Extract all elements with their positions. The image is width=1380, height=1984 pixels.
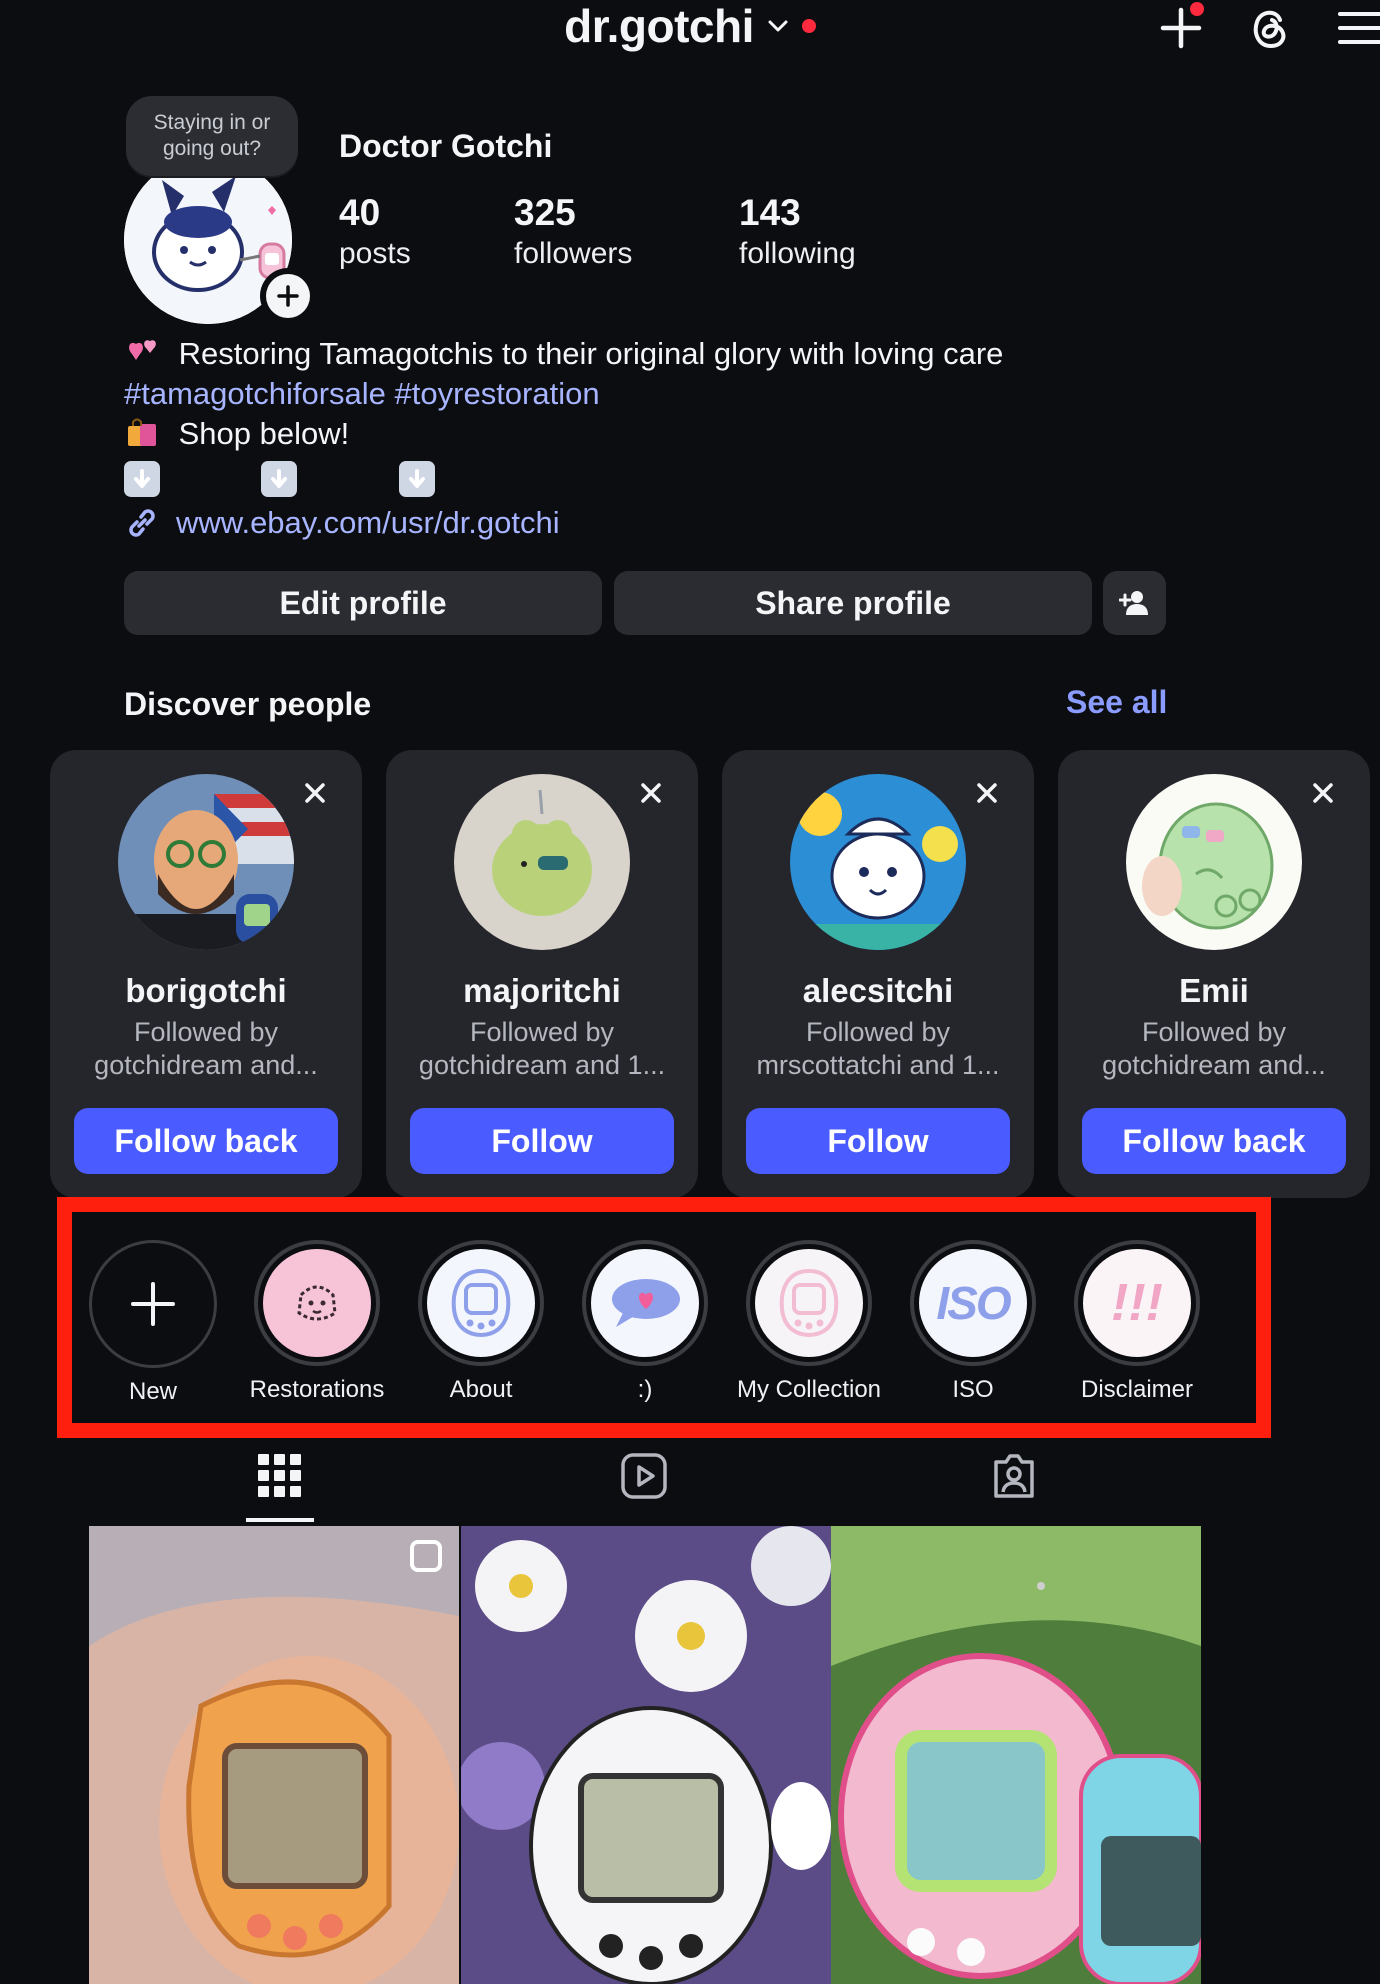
bio-text: Restoring Tamagotchis to their original … [178, 336, 1004, 371]
highlight-about[interactable]: About [391, 1240, 571, 1404]
chevron-down-icon [766, 14, 790, 38]
highlight-new[interactable]: New [63, 1240, 243, 1406]
stat-posts[interactable]: 40 posts [339, 190, 411, 272]
suggested-user-avatar[interactable] [1126, 774, 1302, 950]
two-hearts-icon [124, 334, 160, 370]
mutual-followers-text: Followed by mrscottatchi and 1... [756, 1017, 1000, 1080]
discover-people-toggle-button[interactable] [1103, 571, 1166, 635]
link-text: www.ebay.com/usr/dr.gotchi [176, 505, 560, 540]
highlight-label: :) [637, 1376, 653, 1403]
suggested-user-card[interactable]: majoritchi Followed by gotchidream and 1… [386, 750, 698, 1198]
grid-tab-icon[interactable] [256, 1452, 304, 1500]
iso-text-icon: ISO [919, 1249, 1027, 1357]
pet-face-icon [263, 1249, 371, 1357]
edit-profile-button[interactable]: Edit profile [124, 571, 602, 635]
link-icon [124, 505, 160, 541]
suggested-username[interactable]: majoritchi [386, 972, 698, 1010]
highlight-smile[interactable]: :) [555, 1240, 735, 1404]
stat-label: posts [339, 237, 411, 270]
suggested-user-card[interactable]: alecsitchi Followed by mrscottatchi and … [722, 750, 1034, 1198]
suggested-username[interactable]: Emii [1058, 972, 1370, 1010]
suggested-user-card[interactable]: borigotchi Followed by gotchidream and..… [50, 750, 362, 1198]
add-story-button[interactable] [260, 268, 316, 324]
note-text: Staying in or going out? [153, 111, 271, 160]
notification-dot [801, 19, 816, 33]
close-icon[interactable] [972, 778, 1002, 808]
highlight-restorations[interactable]: Restorations [227, 1240, 407, 1404]
suggested-user-avatar[interactable] [118, 774, 294, 950]
tamagotchi-device-icon [427, 1249, 535, 1357]
stat-label: following [739, 237, 856, 270]
username-title: dr.gotchi [564, 0, 754, 52]
active-tab-indicator [246, 1518, 314, 1522]
follow-back-button[interactable]: Follow back [74, 1108, 338, 1174]
down-arrow-icon [260, 461, 297, 497]
suggested-user-avatar[interactable] [790, 774, 966, 950]
mutual-followers-text: Followed by gotchidream and... [94, 1017, 318, 1080]
mutual-followers-text: Followed by gotchidream and 1... [418, 1017, 666, 1080]
stat-value: 40 [339, 192, 381, 233]
bio-line: Shop below! [124, 414, 349, 454]
top-bar: dr.gotchi [0, 0, 1380, 60]
stat-value: 325 [514, 192, 576, 233]
profile-avatar[interactable] [124, 156, 316, 324]
exclamation-icon: !!! [1083, 1249, 1191, 1357]
plus-icon [277, 285, 299, 307]
profile-link[interactable]: www.ebay.com/usr/dr.gotchi [124, 505, 560, 541]
disclaimer-badge-text: !!! [1111, 1274, 1163, 1332]
bio-line: Restoring Tamagotchis to their original … [124, 334, 1003, 374]
highlight-label: Restorations [249, 1376, 385, 1403]
discover-people-title: Discover people [124, 686, 372, 722]
stat-followers[interactable]: 325 followers [514, 190, 632, 272]
highlight-my-collection[interactable]: My Collection [719, 1240, 899, 1404]
highlight-iso[interactable]: ISO ISO [883, 1240, 1063, 1404]
close-icon[interactable] [300, 778, 330, 808]
post-thumbnail[interactable] [461, 1526, 831, 1984]
close-icon[interactable] [636, 778, 666, 808]
bio-hashtags[interactable]: #tamagotchiforsale #toyrestoration [124, 374, 600, 414]
follow-button[interactable]: Follow [746, 1108, 1010, 1174]
shopping-bags-icon [124, 414, 160, 450]
plus-icon [131, 1282, 175, 1326]
close-icon[interactable] [1308, 778, 1338, 808]
highlight-label: About [449, 1376, 513, 1403]
highlight-label: New [128, 1378, 177, 1405]
suggested-user-avatar[interactable] [454, 774, 630, 950]
add-person-icon [1118, 591, 1148, 615]
suggested-username[interactable]: borigotchi [50, 972, 362, 1010]
tamagotchi-device-icon [755, 1249, 863, 1357]
highlight-label: ISO [952, 1376, 994, 1403]
stat-following[interactable]: 143 following [739, 190, 856, 272]
follow-button[interactable]: Follow [410, 1108, 674, 1174]
reels-tab-icon[interactable] [620, 1452, 668, 1500]
display-name: Doctor Gotchi [339, 128, 553, 164]
post-thumbnail[interactable] [831, 1526, 1201, 1984]
highlight-label: My Collection [736, 1376, 882, 1403]
bio-text: Shop below! [178, 416, 350, 451]
share-profile-button[interactable]: Share profile [614, 571, 1092, 635]
highlight-disclaimer[interactable]: !!! Disclaimer [1047, 1240, 1227, 1404]
menu-icon[interactable] [1334, 2, 1380, 52]
suggested-username[interactable]: alecsitchi [722, 972, 1034, 1010]
bio-arrows [124, 454, 436, 497]
iso-badge-text: ISO [936, 1277, 1011, 1329]
follow-back-button[interactable]: Follow back [1082, 1108, 1346, 1174]
heart-speech-bubble-icon [591, 1249, 699, 1357]
profile-note-bubble[interactable]: Staying in or going out? [126, 96, 298, 176]
down-arrow-icon [399, 461, 436, 497]
highlight-label: Disclaimer [1080, 1376, 1193, 1403]
stat-value: 143 [739, 192, 801, 233]
post-thumbnail[interactable] [89, 1526, 459, 1984]
threads-icon[interactable] [1244, 2, 1294, 52]
down-arrow-icon [124, 461, 160, 497]
tagged-tab-icon[interactable] [990, 1452, 1038, 1500]
suggested-user-card[interactable]: Emii Followed by gotchidream and... Foll… [1058, 750, 1370, 1198]
create-icon[interactable] [1156, 2, 1206, 52]
stat-label: followers [514, 237, 633, 270]
see-all-link[interactable]: See all [1066, 684, 1167, 721]
mutual-followers-text: Followed by gotchidream and... [1102, 1017, 1326, 1080]
